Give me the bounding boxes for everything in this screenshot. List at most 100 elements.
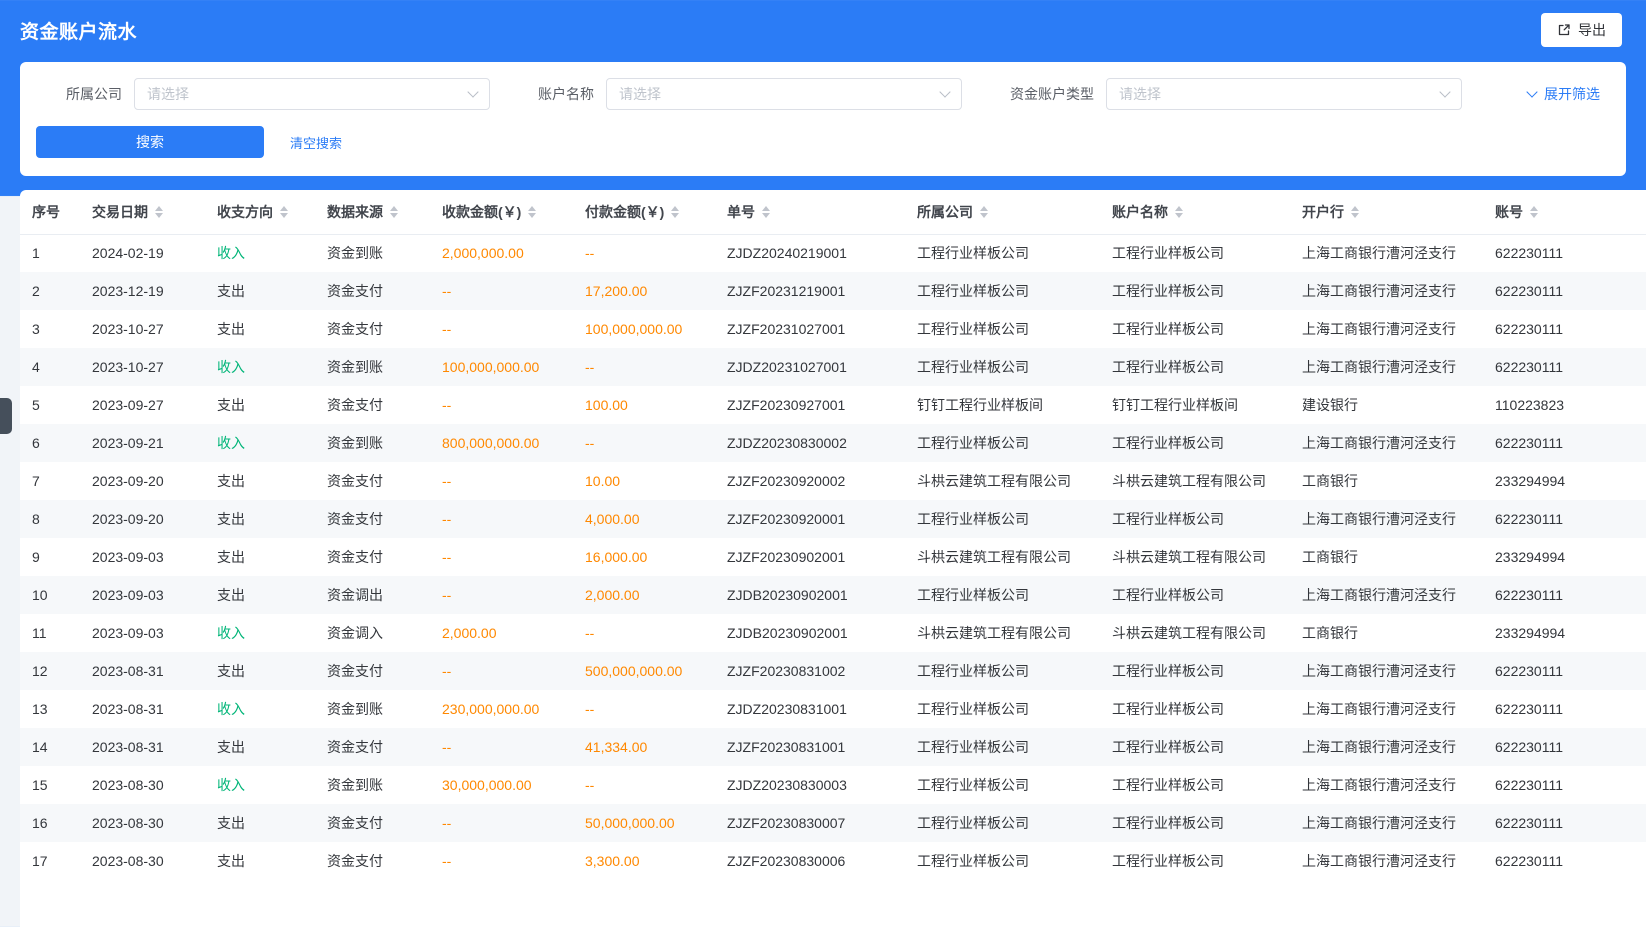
table-row[interactable]: 52023-09-27支出资金支付--100.00ZJZF20230927001… — [20, 386, 1646, 424]
cell-source: 资金到账 — [315, 234, 430, 272]
cell-date: 2023-09-20 — [80, 462, 205, 500]
column-label: 收支方向 — [217, 202, 273, 222]
table-row[interactable]: 42023-10-27收入资金到账100,000,000.00--ZJDZ202… — [20, 348, 1646, 386]
cell-order-no: ZJDB20230902001 — [715, 576, 905, 614]
column-label: 付款金额(￥) — [585, 202, 664, 222]
cell-order-no: ZJZF20230830007 — [715, 804, 905, 842]
cell-account-no: 233294994 — [1483, 538, 1646, 576]
company-select[interactable]: 请选择 — [134, 78, 490, 110]
cell-company: 工程行业样板公司 — [905, 804, 1100, 842]
column-header-8[interactable]: 所属公司 — [905, 190, 1100, 234]
sort-icon[interactable] — [1175, 206, 1183, 218]
cell-receipt: -- — [430, 462, 573, 500]
drawer-handle[interactable] — [0, 398, 12, 434]
table-row[interactable]: 122023-08-31支出资金支付--500,000,000.00ZJZF20… — [20, 652, 1646, 690]
cell-source: 资金支付 — [315, 842, 430, 880]
expand-filter-link[interactable]: 展开筛选 — [1528, 84, 1600, 104]
cell-direction: 支出 — [205, 538, 315, 576]
cell-payment: 41,334.00 — [573, 728, 715, 766]
cell-bank: 上海工商银行漕河泾支行 — [1290, 804, 1483, 842]
cell-receipt: -- — [430, 500, 573, 538]
cell-source: 资金到账 — [315, 690, 430, 728]
sort-icon[interactable] — [1351, 206, 1359, 218]
column-header-10[interactable]: 开户行 — [1290, 190, 1483, 234]
table-row[interactable]: 132023-08-31收入资金到账230,000,000.00--ZJDZ20… — [20, 690, 1646, 728]
cell-account-no: 622230111 — [1483, 690, 1646, 728]
sort-icon[interactable] — [671, 206, 679, 218]
cell-payment: -- — [573, 766, 715, 804]
cell-account-no: 622230111 — [1483, 424, 1646, 462]
filter-row: 所属公司 请选择 账户名称 请选择 资金账户类型 请选择 展开筛选 — [36, 78, 1610, 110]
cell-source: 资金支付 — [315, 386, 430, 424]
column-header-2[interactable]: 交易日期 — [80, 190, 205, 234]
search-button[interactable]: 搜索 — [36, 126, 264, 158]
cell-account-name: 工程行业样板公司 — [1100, 500, 1290, 538]
table-row[interactable]: 72023-09-20支出资金支付--10.00ZJZF20230920002斗… — [20, 462, 1646, 500]
cell-date: 2023-08-31 — [80, 652, 205, 690]
column-header-5[interactable]: 收款金额(￥) — [430, 190, 573, 234]
table-row[interactable]: 22023-12-19支出资金支付--17,200.00ZJZF20231219… — [20, 272, 1646, 310]
sort-icon[interactable] — [528, 206, 536, 218]
table-row[interactable]: 12024-02-19收入资金到账2,000,000.00--ZJDZ20240… — [20, 234, 1646, 272]
sort-icon[interactable] — [280, 206, 288, 218]
column-header-11[interactable]: 账号 — [1483, 190, 1646, 234]
cell-date: 2023-09-21 — [80, 424, 205, 462]
table-row[interactable]: 82023-09-20支出资金支付--4,000.00ZJZF202309200… — [20, 500, 1646, 538]
cell-receipt: 800,000,000.00 — [430, 424, 573, 462]
table-row[interactable]: 32023-10-27支出资金支付--100,000,000.00ZJZF202… — [20, 310, 1646, 348]
sort-icon[interactable] — [762, 206, 770, 218]
sort-icon[interactable] — [1530, 206, 1538, 218]
table-row[interactable]: 152023-08-30收入资金到账30,000,000.00--ZJDZ202… — [20, 766, 1646, 804]
cell-company: 斗栱云建筑工程有限公司 — [905, 462, 1100, 500]
sort-icon[interactable] — [390, 206, 398, 218]
cell-direction: 收入 — [205, 348, 315, 386]
cell-direction: 收入 — [205, 424, 315, 462]
column-header-4[interactable]: 数据来源 — [315, 190, 430, 234]
cell-account-no: 622230111 — [1483, 348, 1646, 386]
column-header-3[interactable]: 收支方向 — [205, 190, 315, 234]
cell-receipt: -- — [430, 538, 573, 576]
chevron-down-icon — [939, 86, 950, 97]
column-header-9[interactable]: 账户名称 — [1100, 190, 1290, 234]
sort-icon[interactable] — [155, 206, 163, 218]
table-row[interactable]: 172023-08-30支出资金支付--3,300.00ZJZF20230830… — [20, 842, 1646, 880]
cell-no: 11 — [20, 614, 80, 652]
cell-account-no: 622230111 — [1483, 234, 1646, 272]
table-row[interactable]: 162023-08-30支出资金支付--50,000,000.00ZJZF202… — [20, 804, 1646, 842]
column-header-6[interactable]: 付款金额(￥) — [573, 190, 715, 234]
cell-payment: -- — [573, 234, 715, 272]
cell-bank: 工商银行 — [1290, 614, 1483, 652]
cell-payment: -- — [573, 614, 715, 652]
column-label: 账号 — [1495, 202, 1523, 222]
column-header-7[interactable]: 单号 — [715, 190, 905, 234]
cell-no: 16 — [20, 804, 80, 842]
table-row[interactable]: 142023-08-31支出资金支付--41,334.00ZJZF2023083… — [20, 728, 1646, 766]
table-row[interactable]: 102023-09-03支出资金调出--2,000.00ZJDB20230902… — [20, 576, 1646, 614]
cell-account-no: 622230111 — [1483, 728, 1646, 766]
cell-bank: 上海工商银行漕河泾支行 — [1290, 500, 1483, 538]
cell-payment: 3,300.00 — [573, 842, 715, 880]
clear-search-link[interactable]: 清空搜索 — [290, 133, 342, 152]
cell-no: 17 — [20, 842, 80, 880]
cell-order-no: ZJZF20230920002 — [715, 462, 905, 500]
column-label: 序号 — [32, 202, 60, 222]
cell-payment: 100.00 — [573, 386, 715, 424]
cell-direction: 支出 — [205, 842, 315, 880]
table-row[interactable]: 92023-09-03支出资金支付--16,000.00ZJZF20230902… — [20, 538, 1646, 576]
account-type-select[interactable]: 请选择 — [1106, 78, 1462, 110]
column-label: 所属公司 — [917, 202, 973, 222]
export-button[interactable]: 导出 — [1541, 13, 1622, 47]
cell-company: 工程行业样板公司 — [905, 310, 1100, 348]
cell-payment: 50,000,000.00 — [573, 804, 715, 842]
cell-source: 资金支付 — [315, 538, 430, 576]
table-row[interactable]: 62023-09-21收入资金到账800,000,000.00--ZJDZ202… — [20, 424, 1646, 462]
account-name-select[interactable]: 请选择 — [606, 78, 962, 110]
cell-company: 工程行业样板公司 — [905, 690, 1100, 728]
cell-payment: 16,000.00 — [573, 538, 715, 576]
account-name-label: 账户名称 — [538, 84, 594, 104]
table-row[interactable]: 112023-09-03收入资金调入2,000.00--ZJDB20230902… — [20, 614, 1646, 652]
sort-icon[interactable] — [980, 206, 988, 218]
cell-date: 2023-10-27 — [80, 348, 205, 386]
cell-date: 2023-10-27 — [80, 310, 205, 348]
cell-no: 15 — [20, 766, 80, 804]
